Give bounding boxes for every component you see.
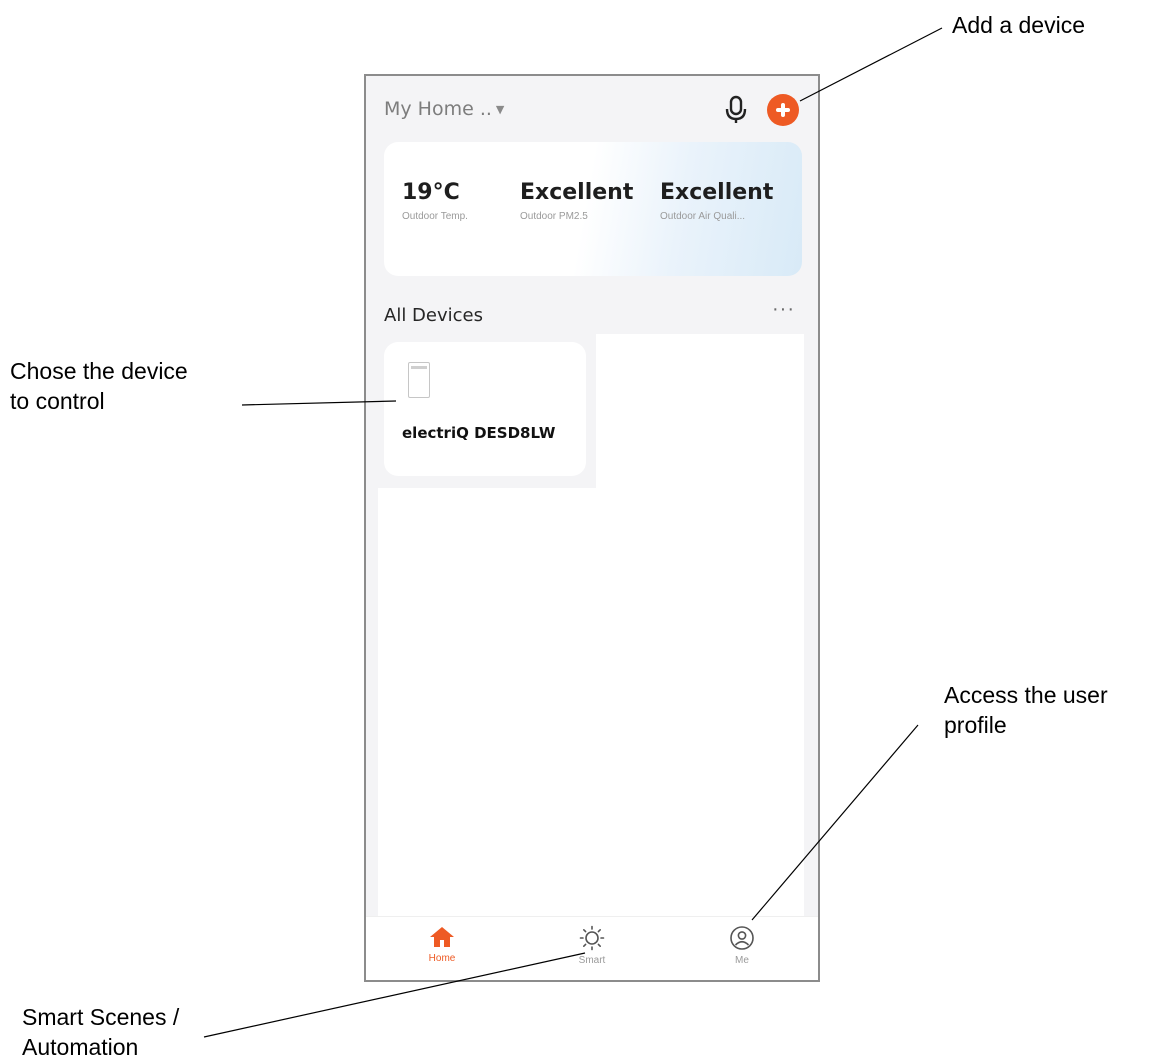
home-icon	[430, 927, 454, 947]
annotation-add-device: Add a device	[952, 12, 1085, 38]
tab-home-label: Home	[428, 953, 456, 964]
more-options-button[interactable]: ···	[772, 298, 795, 321]
weather-pm25-label: Outdoor PM2.5	[520, 211, 588, 222]
bottom-tab-bar: Home Smart Me	[366, 916, 818, 980]
home-selector-label: My Home ..	[384, 98, 492, 120]
tab-smart[interactable]: Smart	[552, 925, 632, 966]
sun-icon	[579, 925, 605, 951]
tab-home[interactable]: Home	[402, 925, 482, 964]
weather-air-quality-value: Excellent	[660, 180, 774, 205]
home-selector[interactable]: My Home .. ▼	[384, 98, 504, 120]
caret-down-icon: ▼	[495, 103, 505, 116]
phone-screen: My Home .. ▼ 19°C Outdoor Temp. Excellent…	[364, 74, 820, 982]
weather-temp-label: Outdoor Temp.	[402, 211, 468, 222]
weather-air-quality: Excellent Outdoor Air Quali...	[660, 180, 773, 222]
user-icon	[730, 926, 754, 950]
annotation-user-profile: Access the user profile	[944, 682, 1108, 738]
section-title: All Devices	[384, 305, 483, 326]
weather-air-quality-label: Outdoor Air Quali...	[660, 211, 746, 222]
device-card[interactable]: electriQ DESD8LW	[384, 342, 586, 476]
add-device-button[interactable]	[767, 94, 799, 126]
header: My Home .. ▼	[366, 76, 818, 140]
weather-card: 19°C Outdoor Temp. Excellent Outdoor PM2…	[384, 142, 802, 276]
weather-temp-value: 19°C	[402, 180, 460, 205]
tab-me[interactable]: Me	[702, 925, 782, 966]
device-name: electriQ DESD8LW	[402, 424, 556, 442]
weather-pm25-value: Excellent	[520, 180, 634, 205]
weather-temp: 19°C Outdoor Temp.	[402, 180, 468, 222]
annotation-choose-device: Chose the device to control	[10, 358, 188, 414]
microphone-icon[interactable]	[724, 95, 748, 125]
weather-pm25: Excellent Outdoor PM2.5	[520, 180, 633, 222]
tab-smart-label: Smart	[578, 955, 606, 966]
annotation-smart-scenes: Smart Scenes / Automation	[22, 1004, 180, 1060]
callout-line-add-device	[799, 27, 943, 102]
tab-me-label: Me	[735, 955, 749, 966]
dehumidifier-icon	[408, 362, 430, 398]
